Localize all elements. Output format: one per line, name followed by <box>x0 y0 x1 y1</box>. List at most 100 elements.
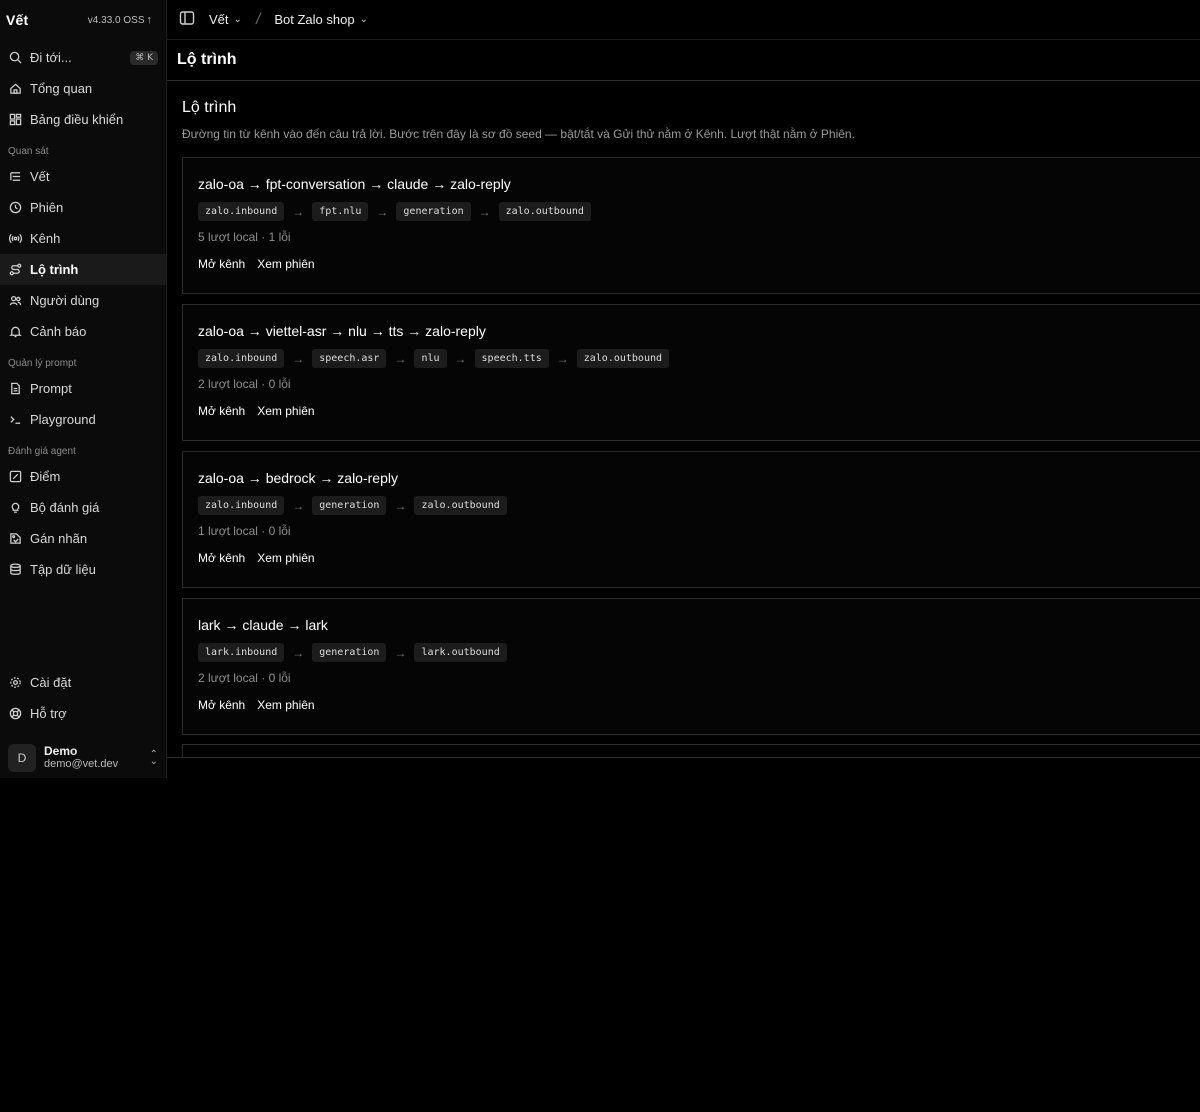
route-step-chip: generation <box>312 643 387 662</box>
user-name: Demo <box>44 744 78 758</box>
app-version[interactable]: v4.33.0 OSS ↑ <box>88 14 152 26</box>
sidebar-item-broadcast[interactable]: Kênh <box>0 223 166 254</box>
sidebar-item-users[interactable]: Người dùng <box>0 285 166 316</box>
route-stats: 5 lượt local · 1 lỗi <box>198 230 291 244</box>
avatar: D <box>8 744 36 772</box>
route-steps: zalo.inbound → speech.asr → nlu → speech.tts → z… <box>198 349 1196 368</box>
sidebar-item-label: Người dùng <box>30 293 100 308</box>
route-step-chip: fpt.nlu <box>312 202 369 221</box>
view-sessions-link[interactable]: Xem phiên <box>257 404 314 418</box>
sidebar-item-bell[interactable]: Cảnh báo <box>0 316 166 347</box>
search-button[interactable]: Đi tới... ⌘ K <box>0 42 166 73</box>
chevron-down-icon: ⌄ <box>233 14 242 25</box>
users-icon <box>8 294 22 308</box>
sidebar-section-label: Quan sát <box>8 146 49 157</box>
user-menu[interactable]: D Demo demo@vet.dev ⌃ ⌄ <box>0 738 166 778</box>
arrow-right-icon: → <box>478 204 491 219</box>
sidebar-item-label: Điểm <box>30 469 61 484</box>
open-channel-link[interactable]: Mở kênh <box>198 257 245 271</box>
route-step-chip: lark.inbound <box>198 643 285 662</box>
page-header: Lộ trình <box>167 40 1200 81</box>
sidebar: Vết v4.33.0 OSS ↑ Đi tới... ⌘ K Tổng qua… <box>0 0 167 778</box>
route-step-chip: zalo.outbound <box>576 349 670 368</box>
route-stats: 1 lượt local · 0 lỗi <box>198 524 291 538</box>
sidebar-section-label: Đánh giá agent <box>8 446 76 457</box>
bell-icon <box>8 325 22 339</box>
broadcast-icon <box>8 232 22 246</box>
breadcrumb-app[interactable]: Bot Zalo shop ⌄ <box>274 12 368 27</box>
route-actions: Mở kênh Xem phiên <box>198 257 1196 271</box>
arrow-right-icon: → <box>394 645 407 660</box>
route-stats: 2 lượt local · 0 lỗi <box>198 671 291 685</box>
file-icon <box>8 382 22 396</box>
route-actions: Mở kênh Xem phiên <box>198 551 1196 565</box>
database-icon <box>8 563 22 577</box>
sidebar-section-label: Quản lý prompt <box>8 358 77 369</box>
route-step-chip: zalo.inbound <box>198 202 285 221</box>
search-label: Đi tới... <box>30 50 72 65</box>
sidebar-item-lifebuoy[interactable]: Hỗ trợ <box>0 698 166 729</box>
open-channel-link[interactable]: Mở kênh <box>198 698 245 712</box>
main-content: Lộ trình Đường tin từ kênh vào đến câu t… <box>182 96 1200 141</box>
page-title: Lộ trình <box>182 99 237 116</box>
sidebar-item-terminal[interactable]: Playground <box>0 404 166 435</box>
sidebar-toggle-icon[interactable] <box>179 10 195 29</box>
route-actions: Mở kênh Xem phiên <box>198 698 1196 712</box>
route-card-partial <box>182 744 1200 758</box>
sidebar-item-trace-list[interactable]: Vết <box>0 161 166 192</box>
route-icon <box>8 263 22 277</box>
route-step-chip: nlu <box>414 349 447 368</box>
sidebar-item-file[interactable]: Prompt <box>0 373 166 404</box>
view-sessions-link[interactable]: Xem phiên <box>257 257 314 271</box>
sidebar-item-home[interactable]: Tổng quan <box>0 73 166 104</box>
view-sessions-link[interactable]: Xem phiên <box>257 698 314 712</box>
route-card: zalo-oa → fpt-conversation → claude → za… <box>182 157 1200 294</box>
sidebar-item-database[interactable]: Tập dữ liệu <box>0 554 166 585</box>
topbar: Vết ⌄ / Bot Zalo shop ⌄ <box>167 0 1200 40</box>
trace-list-icon <box>8 170 22 184</box>
search-shortcut: ⌘ K <box>130 50 158 65</box>
route-step-chip: generation <box>396 202 471 221</box>
route-card: zalo-oa → viettel-asr → nlu → tts → zalo… <box>182 304 1200 441</box>
sidebar-item-label: Cài đặt <box>30 675 72 690</box>
sidebar-item-clock[interactable]: Phiên <box>0 192 166 223</box>
view-sessions-link[interactable]: Xem phiên <box>257 551 314 565</box>
breadcrumb-project[interactable]: Vết ⌄ <box>209 12 242 27</box>
arrow-right-icon: → <box>556 351 569 366</box>
sidebar-item-label: Bộ đánh giá <box>30 500 100 515</box>
lifebuoy-icon <box>8 707 22 721</box>
sidebar-item-label: Cảnh báo <box>30 324 87 339</box>
dashboard-icon <box>8 113 22 127</box>
open-channel-link[interactable]: Mở kênh <box>198 404 245 418</box>
sidebar-item-label[interactable]: Gán nhãn <box>0 523 166 554</box>
sidebar-item-score[interactable]: Điểm <box>0 461 166 492</box>
sidebar-item-label: Hỗ trợ <box>30 706 67 721</box>
route-step-chip: zalo.inbound <box>198 349 285 368</box>
gear-icon <box>8 676 22 690</box>
page-description: Đường tin từ kênh vào đến câu trả lời. B… <box>182 127 855 141</box>
user-email: demo@vet.dev <box>44 758 119 770</box>
app-name[interactable]: Vết <box>6 12 28 28</box>
label-icon <box>8 532 22 546</box>
open-channel-link[interactable]: Mở kênh <box>198 551 245 565</box>
sidebar-item-gear[interactable]: Cài đặt <box>0 667 166 698</box>
sidebar-item-lightbulb[interactable]: Bộ đánh giá <box>0 492 166 523</box>
route-step-chip: zalo.outbound <box>498 202 591 221</box>
sidebar-item-dashboard[interactable]: Bảng điều khiển <box>0 104 166 135</box>
score-icon <box>8 470 22 484</box>
arrow-right-icon: → <box>454 351 467 366</box>
sidebar-item-label: Prompt <box>30 381 72 396</box>
route-steps: zalo.inbound → generation → zalo.outbound <box>198 496 1196 515</box>
sidebar-item-label: Tổng quan <box>30 81 93 96</box>
terminal-icon <box>8 413 22 427</box>
route-step-chip: zalo.outbound <box>414 496 507 515</box>
chevron-down-icon: ⌄ <box>359 14 368 25</box>
sidebar-item-label: Playground <box>30 412 96 427</box>
sidebar-item-route[interactable]: Lộ trình <box>0 254 166 285</box>
arrow-up-icon: ↑ <box>146 14 153 26</box>
sidebar-item-label: Tập dữ liệu <box>30 562 96 577</box>
brand: Vết v4.33.0 OSS ↑ <box>0 0 166 40</box>
sidebar-item-label: Gán nhãn <box>30 531 88 546</box>
sidebar-item-label: Phiên <box>30 200 64 215</box>
breadcrumb-separator: / <box>254 10 262 28</box>
